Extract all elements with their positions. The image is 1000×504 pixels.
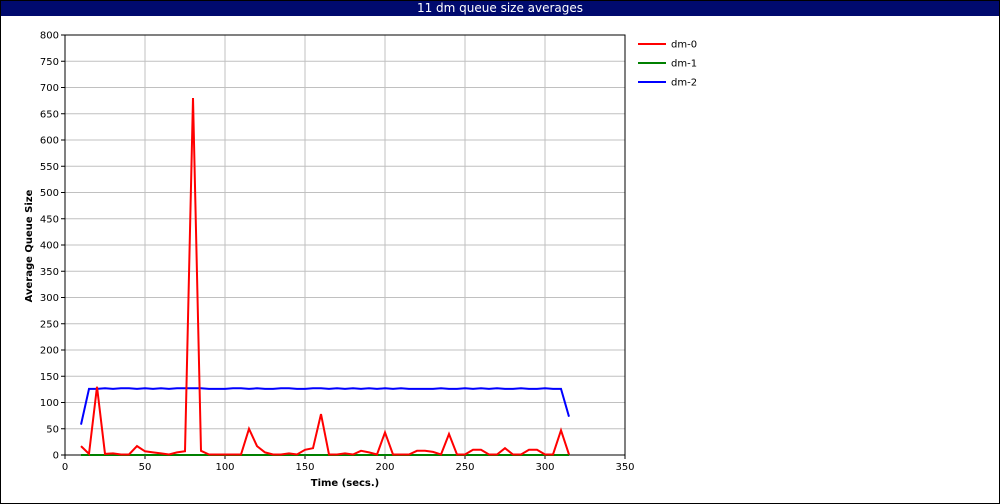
x-axis-title: Time (secs.) — [311, 478, 380, 489]
y-tick-label: 250 — [40, 319, 59, 330]
y-axis-title: Average Queue Size — [24, 189, 35, 302]
y-tick-label: 550 — [40, 162, 59, 173]
y-tick-label: 150 — [40, 372, 59, 383]
y-tick-label: 200 — [40, 346, 59, 357]
x-tick-label: 0 — [62, 462, 68, 473]
y-axis-ticks: 0 50 100 150 200 250 300 350 400 450 500 550 600 650 7… — [40, 31, 65, 462]
y-tick-label: 100 — [40, 398, 59, 409]
y-tick-label: 400 — [40, 241, 59, 252]
legend: dm-0 dm-1 dm-2 — [638, 40, 697, 89]
x-tick-label: 250 — [455, 462, 474, 473]
x-axis-ticks: 0 50 100 150 200 250 300 350 — [62, 455, 635, 473]
y-tick-label: 350 — [40, 267, 59, 278]
x-tick-label: 350 — [615, 462, 634, 473]
y-tick-label: 300 — [40, 293, 59, 304]
y-tick-label: 700 — [40, 83, 59, 94]
x-tick-label: 300 — [535, 462, 554, 473]
y-tick-label: 750 — [40, 57, 59, 68]
y-tick-label: 500 — [40, 188, 59, 199]
legend-label-dm-0: dm-0 — [671, 40, 697, 51]
y-tick-label: 600 — [40, 136, 59, 147]
y-tick-label: 50 — [46, 424, 59, 435]
x-tick-label: 100 — [215, 462, 234, 473]
legend-label-dm-1: dm-1 — [671, 59, 697, 70]
y-tick-label: 450 — [40, 214, 59, 225]
x-tick-label: 150 — [295, 462, 314, 473]
chart-svg: 0501001502002503003504004505005506006507… — [24, 31, 697, 490]
y-tick-label: 800 — [40, 31, 59, 42]
y-tick-label: 650 — [40, 109, 59, 120]
grid — [64, 34, 626, 456]
legend-label-dm-2: dm-2 — [671, 78, 697, 89]
x-tick-label: 50 — [139, 462, 152, 473]
x-tick-label: 200 — [375, 462, 394, 473]
y-tick-label: 0 — [53, 451, 59, 462]
